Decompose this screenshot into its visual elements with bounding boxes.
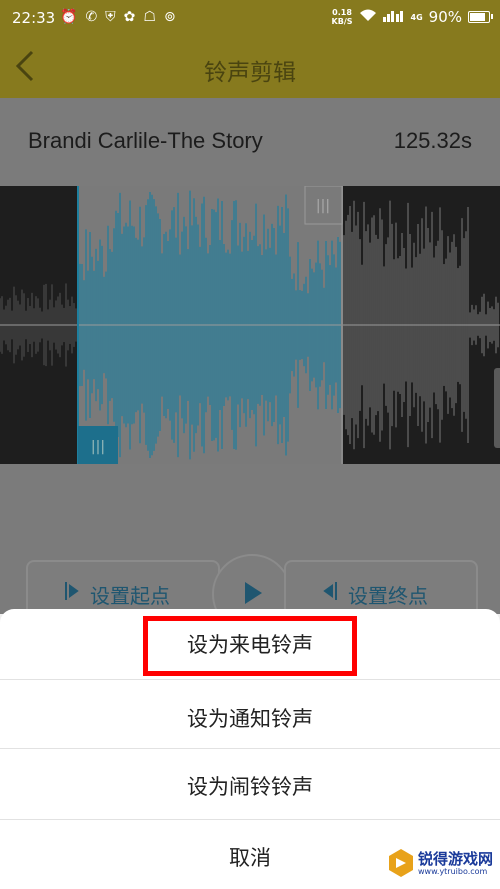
page-title: 铃声剪辑: [204, 60, 296, 86]
watermark-url: www.ytruibo.com: [418, 866, 488, 876]
screen: 22:33 ⏰ ✆ ⛨ ✿ ☖ ⊚ 0.18 KB/S 4G 90% 铃声剪辑 …: [0, 0, 500, 889]
waveform-graph: ||| |||: [0, 186, 500, 464]
watermark-brand: 锐得游戏网: [418, 849, 494, 868]
highlight-box: [143, 616, 357, 676]
sim-icon: ✆: [85, 9, 98, 25]
play-icon: [245, 582, 262, 604]
battery-percent: 90%: [428, 8, 462, 26]
divider: [0, 819, 500, 820]
divider: [0, 679, 500, 680]
paw-icon: ✿: [123, 9, 136, 25]
option-set-alarm[interactable]: 设为闹铃铃声: [0, 771, 500, 801]
song-duration: 125.32s: [393, 128, 472, 153]
battery-icon: [468, 11, 493, 23]
end-handle-grip: |||: [316, 198, 330, 214]
watermark: 锐得游戏网 www.ytruibo.com: [388, 848, 493, 878]
edge-handle[interactable]: [494, 368, 500, 448]
status-time: 22:33: [12, 9, 56, 27]
status-icons-left: ⏰ ✆ ⛨ ✿ ☖ ⊚: [60, 9, 176, 25]
wifi-icon: [359, 8, 377, 26]
shield-icon: ⛨: [105, 9, 116, 25]
option-set-notification[interactable]: 设为通知铃声: [0, 703, 500, 733]
song-info-row: Brandi Carlile-The Story 125.32s: [0, 98, 500, 186]
divider: [0, 748, 500, 749]
alarm-icon: ⏰: [60, 9, 78, 25]
start-marker-icon: [65, 582, 79, 600]
start-handle-grip: |||: [91, 439, 105, 455]
song-name: Brandi Carlile-The Story: [28, 128, 263, 153]
netease-icon: ⊚: [163, 9, 176, 25]
end-marker-icon: [323, 582, 337, 600]
set-end-label: 设置终点: [348, 584, 428, 608]
waveform[interactable]: ||| |||: [0, 186, 500, 464]
app-bar: 铃声剪辑: [0, 36, 500, 98]
network-speed: 0.18 KB/S: [331, 8, 353, 26]
status-bar: 22:33 ⏰ ✆ ⛨ ✿ ☖ ⊚ 0.18 KB/S 4G 90%: [0, 0, 500, 36]
set-start-label: 设置起点: [90, 584, 170, 608]
watermark-logo-icon: [389, 849, 413, 877]
network-type: 4G: [410, 12, 423, 22]
status-icons-right: 0.18 KB/S 4G 90%: [331, 8, 493, 26]
ghost-icon: ☖: [143, 9, 156, 25]
signal-icon: [382, 8, 405, 26]
